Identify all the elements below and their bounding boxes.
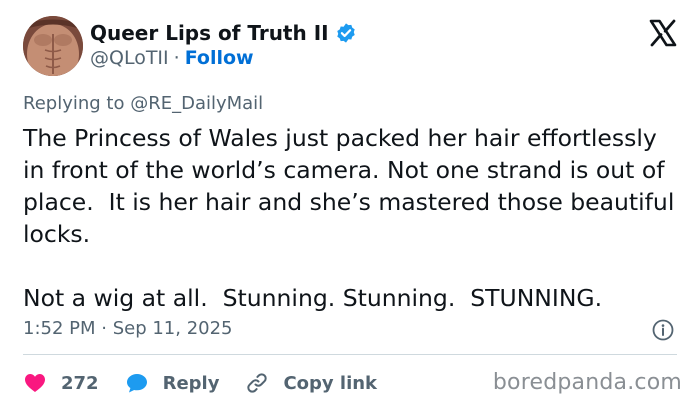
action-bar: 272 Reply Copy link — [23, 368, 403, 398]
replying-to-context[interactable]: Replying to @RE_DailyMail — [23, 93, 263, 114]
heart-icon — [23, 371, 47, 395]
copy-link-label: Copy link — [283, 372, 378, 394]
tweet-card: Queer Lips of Truth II @QLoTII · Follow … — [0, 0, 700, 410]
handle-separator: · — [173, 47, 180, 69]
like-count: 272 — [61, 372, 99, 394]
avatar[interactable] — [23, 16, 83, 76]
x-logo-icon[interactable] — [648, 18, 678, 48]
reply-label: Reply — [162, 372, 220, 394]
link-icon — [245, 371, 269, 395]
speech-bubble-icon — [125, 371, 149, 395]
divider — [23, 354, 677, 355]
handle-row: @QLoTII · Follow — [90, 47, 254, 69]
handle[interactable]: @QLoTII — [90, 47, 169, 69]
reply-button[interactable]: Reply — [125, 371, 220, 395]
tweet-text: The Princess of Wales just packed her ha… — [23, 124, 675, 312]
info-icon[interactable] — [652, 319, 674, 341]
like-button[interactable]: 272 — [23, 371, 99, 395]
display-name[interactable]: Queer Lips of Truth II — [90, 21, 329, 45]
follow-button[interactable]: Follow — [185, 47, 254, 69]
tweet-timestamp[interactable]: 1:52 PM · Sep 11, 2025 — [23, 318, 233, 339]
watermark: boredpanda.com — [492, 370, 682, 395]
copy-link-button[interactable]: Copy link — [245, 371, 377, 395]
verified-badge-icon — [335, 22, 357, 44]
avatar-image — [23, 16, 83, 76]
author-name-row: Queer Lips of Truth II — [90, 20, 357, 46]
